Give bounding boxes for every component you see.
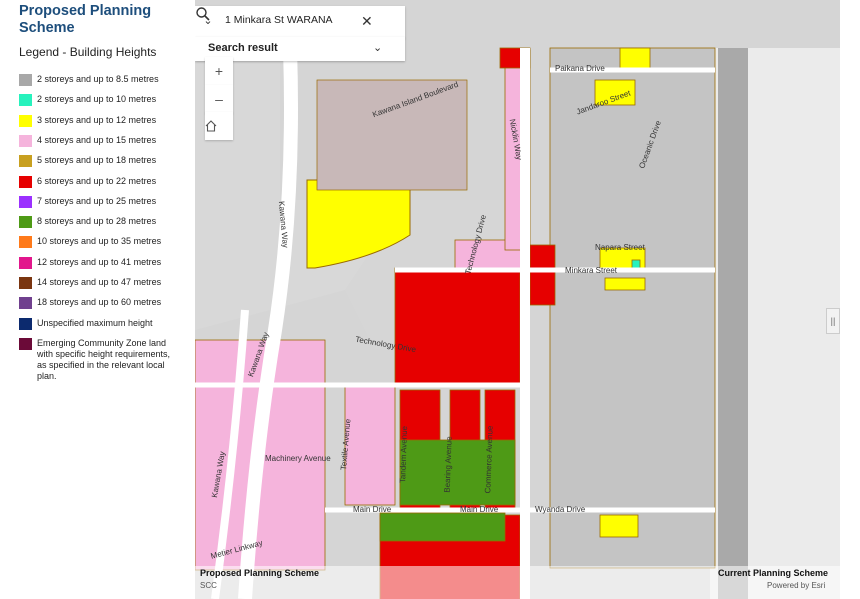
search-bar[interactable]: ⌄ 1 Minkara St WARANA ✕ xyxy=(195,6,405,38)
legend-title: Legend - Building Heights xyxy=(19,45,157,59)
street-label: Minkara Street xyxy=(565,266,618,275)
map-view[interactable]: Paikana Drive Kawana Island Boulevard Ni… xyxy=(195,0,840,599)
legend-label: 4 storeys and up to 15 metres xyxy=(37,134,157,145)
legend-label: 8 storeys and up to 28 metres xyxy=(37,216,157,227)
ocean-strip xyxy=(718,48,748,599)
map-canvas[interactable] xyxy=(195,0,840,599)
red-zone-east xyxy=(529,244,556,306)
legend-swatch xyxy=(19,297,32,310)
legend-label: 2 storeys and up to 10 metres xyxy=(37,94,157,105)
legend-label: Unspecified maximum height xyxy=(37,317,153,328)
legend-swatch xyxy=(19,94,32,107)
street-label: Paikana Drive xyxy=(555,64,605,73)
swipe-handle[interactable]: || xyxy=(826,308,840,334)
green-zone-main xyxy=(379,512,506,542)
street-label: Main Drive xyxy=(353,505,392,514)
legend-swatch xyxy=(19,317,32,330)
yellow-zone-minkara xyxy=(604,277,646,291)
legend-swatch xyxy=(19,74,32,86)
legend-label: 18 storeys and up to 60 metres xyxy=(37,297,162,308)
street-label: Wyanda Drive xyxy=(535,505,586,514)
legend-label: 2 storeys and up to 8.5 metres xyxy=(37,74,159,84)
legend-swatch xyxy=(19,155,32,168)
red-zone-technology xyxy=(394,267,521,384)
street-label: Machinery Avenue xyxy=(265,454,331,463)
legend-swatch xyxy=(19,277,32,289)
legend-label: Emerging Community Zone land with specif… xyxy=(37,337,171,381)
home-icon xyxy=(205,120,217,132)
street-label: Main Drive xyxy=(460,505,499,514)
home-button[interactable] xyxy=(205,112,233,140)
search-result-label: Search result xyxy=(208,42,278,54)
green-zone-commerce xyxy=(399,439,516,506)
close-icon[interactable]: ✕ xyxy=(361,13,373,30)
legend-label: 7 storeys and up to 25 metres xyxy=(37,195,157,206)
pink-zone-textile xyxy=(344,384,396,506)
legend-swatch xyxy=(19,114,32,127)
legend-swatch xyxy=(19,195,32,208)
legend-label: 5 storeys and up to 18 metres xyxy=(37,155,157,166)
legend-swatch xyxy=(19,134,32,147)
attribution-left: SCC xyxy=(200,581,217,590)
legend-swatch xyxy=(19,256,32,269)
residential-zone xyxy=(549,47,716,569)
attribution-right: Powered by Esri xyxy=(767,581,826,590)
yellow-zone-paikana xyxy=(619,47,651,71)
legend-label: 6 storeys and up to 22 metres xyxy=(37,175,157,186)
legend-label: 3 storeys and up to 12 metres xyxy=(37,114,157,125)
legend-label: 14 storeys and up to 47 metres xyxy=(37,277,162,287)
island-lots xyxy=(316,79,468,191)
legend-swatch xyxy=(19,175,32,188)
chevron-down-icon[interactable]: ⌄ xyxy=(373,41,382,54)
search-icon[interactable] xyxy=(195,6,211,22)
legend-swatch xyxy=(19,236,32,249)
legend-label: 12 storeys and up to 41 metres xyxy=(37,256,162,267)
yellow-zone-wyanda xyxy=(599,514,639,538)
legend-panel: Proposed Planning Scheme Legend - Buildi… xyxy=(0,0,195,599)
legend-swatch xyxy=(19,216,32,229)
legend-swatch xyxy=(19,337,32,350)
layer-label-right: Current Planning Scheme xyxy=(718,568,829,578)
street-label: Napara Street xyxy=(595,243,645,252)
zoom-out-button[interactable]: – xyxy=(205,85,233,113)
zoom-in-button[interactable]: + xyxy=(205,57,233,85)
search-input[interactable]: 1 Minkara St WARANA xyxy=(225,14,333,26)
layer-label-left: Proposed Planning Scheme xyxy=(200,568,320,578)
panel-title: Proposed Planning Scheme xyxy=(19,3,152,36)
legend-label: 10 storeys and up to 35 metres xyxy=(37,236,162,247)
